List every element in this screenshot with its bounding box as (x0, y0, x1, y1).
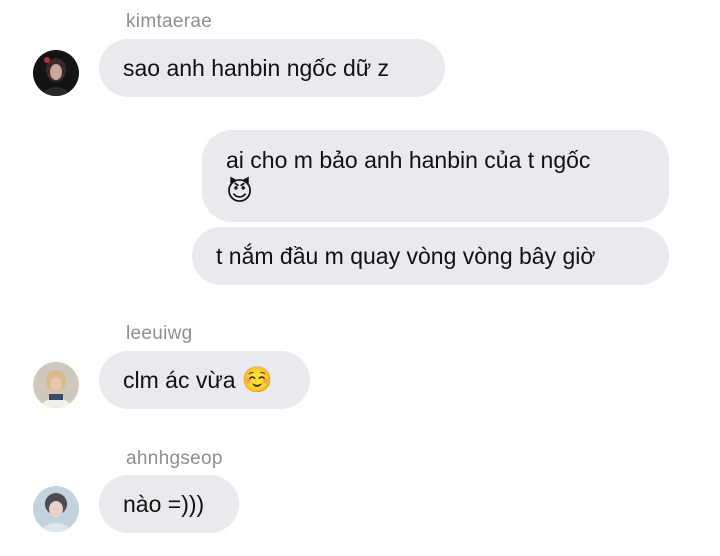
message-bubble[interactable]: nào =))) (99, 475, 239, 533)
avatar-image (33, 50, 79, 96)
message-text: nào =))) (123, 491, 205, 517)
sender-name: leeuiwg (126, 323, 193, 344)
smiling-face-emoji-icon: ☺️ (241, 365, 274, 394)
avatar[interactable] (33, 486, 79, 532)
sender-name: ahnhgseop (126, 448, 223, 469)
message-text: clm ác vừa (123, 367, 236, 393)
message-bubble[interactable]: ai cho m bảo anh hanbin của t ngốc 😈 (202, 130, 669, 222)
message-text: ai cho m bảo anh hanbin của t ngốc (226, 147, 591, 173)
message-bubble[interactable]: clm ác vừa ☺️ (99, 351, 310, 409)
message-text: sao anh hanbin ngốc dữ z (123, 55, 390, 81)
message-text: t nắm đầu m quay vòng vòng bây giờ (216, 243, 596, 269)
sender-name: kimtaerae (126, 11, 213, 32)
avatar[interactable] (33, 362, 79, 408)
message-bubble[interactable]: sao anh hanbin ngốc dữ z (99, 39, 445, 97)
avatar-image (33, 486, 79, 532)
avatar[interactable] (33, 50, 79, 96)
message-bubble[interactable]: t nắm đầu m quay vòng vòng bây giờ (192, 227, 669, 285)
avatar-image (33, 362, 79, 408)
smiling-devil-emoji-icon: 😈 (226, 177, 254, 207)
